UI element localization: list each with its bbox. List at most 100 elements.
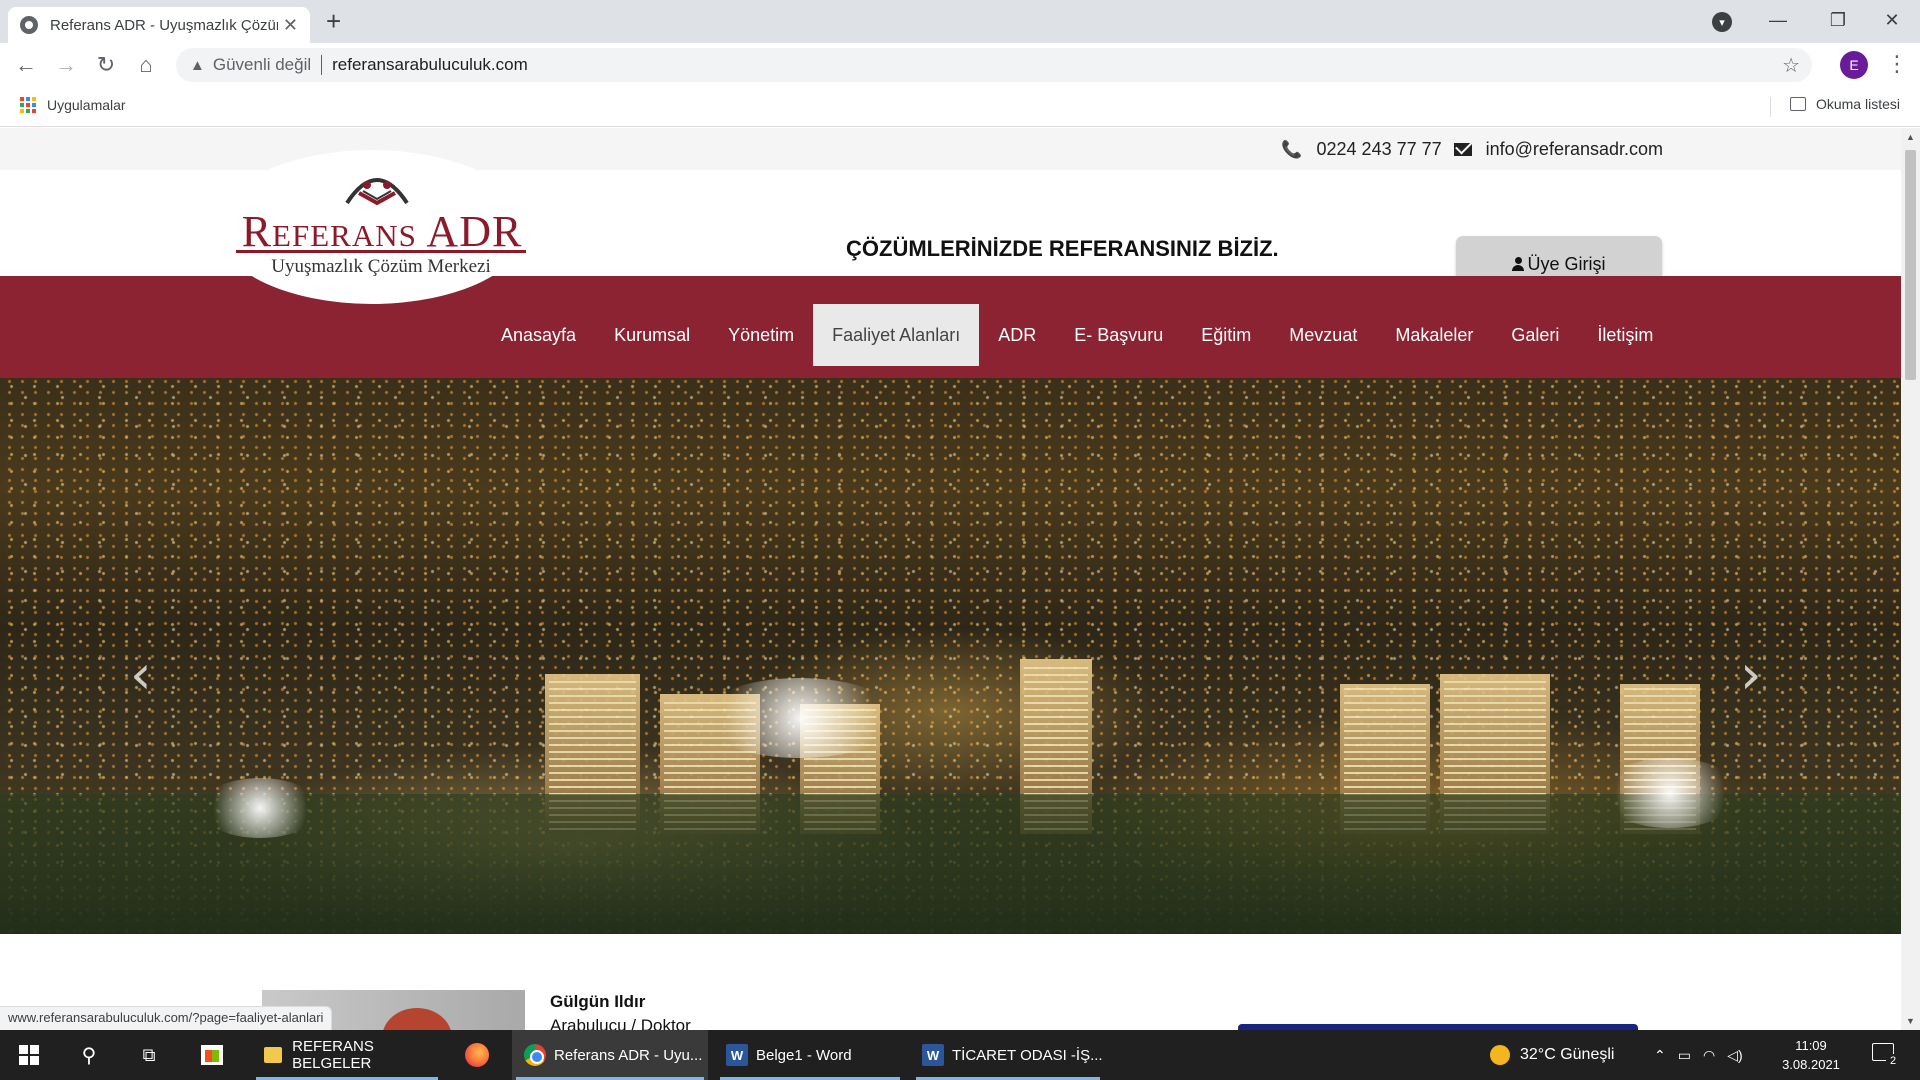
address-bar[interactable]: ▲ Güvenli değil referansarabuluculuk.com… <box>176 48 1812 82</box>
tray-icons: ⌃ ▭ ◠ ◁) <box>1654 1030 1743 1080</box>
profile-avatar[interactable]: E <box>1840 51 1868 79</box>
firefox-button[interactable] <box>450 1030 504 1080</box>
warning-icon: ▲ <box>190 56 205 74</box>
task-view-icon: ⧉ <box>142 1044 156 1065</box>
taskbar-item-label: TİCARET ODASI -İŞ... <box>952 1046 1103 1064</box>
bookmark-star-icon[interactable]: ☆ <box>1782 53 1800 78</box>
phone-number[interactable]: 0224 243 77 77 <box>1317 139 1442 160</box>
store-icon <box>201 1045 223 1065</box>
globe-icon <box>20 16 38 34</box>
reading-list-icon <box>1789 97 1806 111</box>
back-button[interactable]: ← <box>12 51 40 79</box>
taskbar-item-word-2[interactable]: W TİCARET ODASI -İŞ... <box>912 1030 1104 1080</box>
person-role: Arabulucu / Doktor <box>550 1016 691 1030</box>
contact-info: 📞 0224 243 77 77 info@referansadr.com <box>1281 139 1663 160</box>
security-label: Güvenli değil <box>212 55 312 74</box>
nav-item[interactable]: Yönetim <box>709 304 813 366</box>
url-text: referansarabuluculuk.com <box>332 55 528 74</box>
nav-list: Anasayfa Kurumsal Yönetim Faaliyet Alanları… <box>482 304 1672 366</box>
notification-count: 2 <box>1886 1054 1900 1068</box>
member-login-label: Üye Girişi <box>1527 253 1606 274</box>
separator <box>321 55 323 75</box>
menu-kebab-icon[interactable]: ⋮ <box>1886 51 1908 77</box>
store-button[interactable] <box>185 1030 239 1080</box>
home-button[interactable]: ⌂ <box>132 51 160 79</box>
volume-icon[interactable]: ◁) <box>1727 1047 1742 1064</box>
taskbar-item-word[interactable]: W Belge1 - Word <box>716 1030 904 1080</box>
taskbar-item-label: Referans ADR - Uyu... <box>554 1046 703 1064</box>
logo-mark-icon <box>345 178 409 206</box>
windows-taskbar: ⚲ ⧉ REFERANS BELGELER Referans ADR - Uyu… <box>0 1030 1920 1080</box>
chevron-up-icon[interactable]: ⌃ <box>1654 1047 1666 1064</box>
firefox-icon <box>465 1043 489 1067</box>
forward-button[interactable]: → <box>52 51 80 79</box>
nav-item[interactable]: Eğitim <box>1182 304 1270 366</box>
wifi-icon[interactable]: ◠ <box>1703 1047 1715 1064</box>
user-icon <box>1512 257 1525 271</box>
weather-text: 32°C Güneşli <box>1520 1046 1615 1063</box>
close-tab-icon[interactable]: ✕ <box>283 15 298 36</box>
windows-logo-icon <box>19 1045 39 1065</box>
clock-date: 3.08.2021 <box>1782 1057 1840 1072</box>
taskbar-item-chrome[interactable]: Referans ADR - Uyu... <box>512 1030 708 1080</box>
reload-button[interactable]: ↻ <box>92 51 120 79</box>
word-icon: W <box>726 1044 748 1066</box>
scroll-thumb[interactable] <box>1905 150 1916 380</box>
light-glow <box>700 678 900 758</box>
phone-icon: 📞 <box>1281 139 1303 159</box>
light-glow <box>200 778 320 838</box>
minimize-button[interactable]: — <box>1748 0 1808 40</box>
reading-list-label: Okuma listesi <box>1815 96 1900 112</box>
close-window-button[interactable]: ✕ <box>1862 0 1920 40</box>
browser-tab-strip: Referans ADR - Uyuşmazlık Çözüm ✕ + ▾ — … <box>0 0 1920 43</box>
scroll-up-icon[interactable]: ▲ <box>1906 132 1915 142</box>
nav-item[interactable]: Faaliyet Alanları <box>813 304 980 366</box>
nav-item[interactable]: İletişim <box>1578 304 1672 366</box>
browser-toolbar: ← → ↻ ⌂ ▲ Güvenli değil referansarabuluc… <box>0 43 1920 87</box>
folder-icon <box>264 1047 283 1063</box>
divider <box>1770 97 1771 117</box>
battery-icon[interactable]: ▭ <box>1678 1047 1691 1064</box>
apps-grid-icon[interactable] <box>20 97 36 113</box>
browser-tab[interactable]: Referans ADR - Uyuşmazlık Çözüm ✕ <box>8 7 310 43</box>
email-address[interactable]: info@referansadr.com <box>1486 139 1663 160</box>
hero-carousel: ‹ › <box>0 378 1901 934</box>
nav-item[interactable]: Anasayfa <box>482 304 595 366</box>
sun-icon <box>1490 1045 1510 1065</box>
taskbar-item-label: REFERANS BELGELER <box>292 1038 374 1072</box>
new-tab-button[interactable]: + <box>326 8 341 34</box>
system-clock[interactable]: 11:09 3.08.2021 <box>1756 1036 1866 1074</box>
nav-item[interactable]: ADR <box>979 304 1055 366</box>
clock-time: 11:09 <box>1795 1038 1827 1053</box>
envelope-icon <box>1453 143 1472 156</box>
search-icon: ⚲ <box>81 1044 97 1067</box>
main-navigation: Anasayfa Kurumsal Yönetim Faaliyet Alanları… <box>0 276 1901 378</box>
start-button[interactable] <box>0 1030 58 1080</box>
bookmarks-bar: Uygulamalar Okuma listesi <box>0 87 1920 127</box>
page-scrollbar[interactable]: ▲ ▼ <box>1901 128 1920 1030</box>
word-icon: W <box>922 1044 944 1066</box>
scroll-down-icon[interactable]: ▼ <box>1906 1016 1915 1026</box>
weather-widget[interactable]: 32°C Güneşli <box>1490 1030 1614 1080</box>
reading-list-button[interactable]: Okuma listesi <box>1789 96 1900 112</box>
logo-name: Referans ADR <box>241 207 523 256</box>
nav-item[interactable]: E- Başvuru <box>1055 304 1182 366</box>
tab-search-button[interactable]: ▾ <box>1712 12 1732 32</box>
nav-item[interactable]: Galeri <box>1492 304 1578 366</box>
nav-item[interactable]: Kurumsal <box>595 304 709 366</box>
restore-button[interactable]: ❐ <box>1808 0 1868 40</box>
task-view-button[interactable]: ⧉ <box>122 1030 176 1080</box>
nav-item[interactable]: Makaleler <box>1376 304 1492 366</box>
bookmark-apps[interactable]: Uygulamalar <box>47 97 126 113</box>
tab-title: Referans ADR - Uyuşmazlık Çözüm <box>50 16 278 34</box>
logo-rule <box>236 250 526 253</box>
taskbar-item-folder[interactable]: REFERANS BELGELER <box>252 1030 442 1080</box>
nav-item[interactable]: Mevzuat <box>1270 304 1376 366</box>
carousel-prev-icon[interactable]: ‹ <box>130 643 152 706</box>
taskbar-item-label: Belge1 - Word <box>756 1046 852 1064</box>
carousel-next-icon[interactable]: › <box>1740 643 1762 706</box>
page-viewport: 📞 0224 243 77 77 info@referansadr.com ÇÖ… <box>0 128 1920 1030</box>
slogan: ÇÖZÜMLERİNİZDE REFERANSINIZ BİZİZ. <box>846 236 1279 261</box>
logo-subtitle: Uyuşmazlık Çözüm Merkezi <box>271 256 491 277</box>
search-button[interactable]: ⚲ <box>62 1030 116 1080</box>
